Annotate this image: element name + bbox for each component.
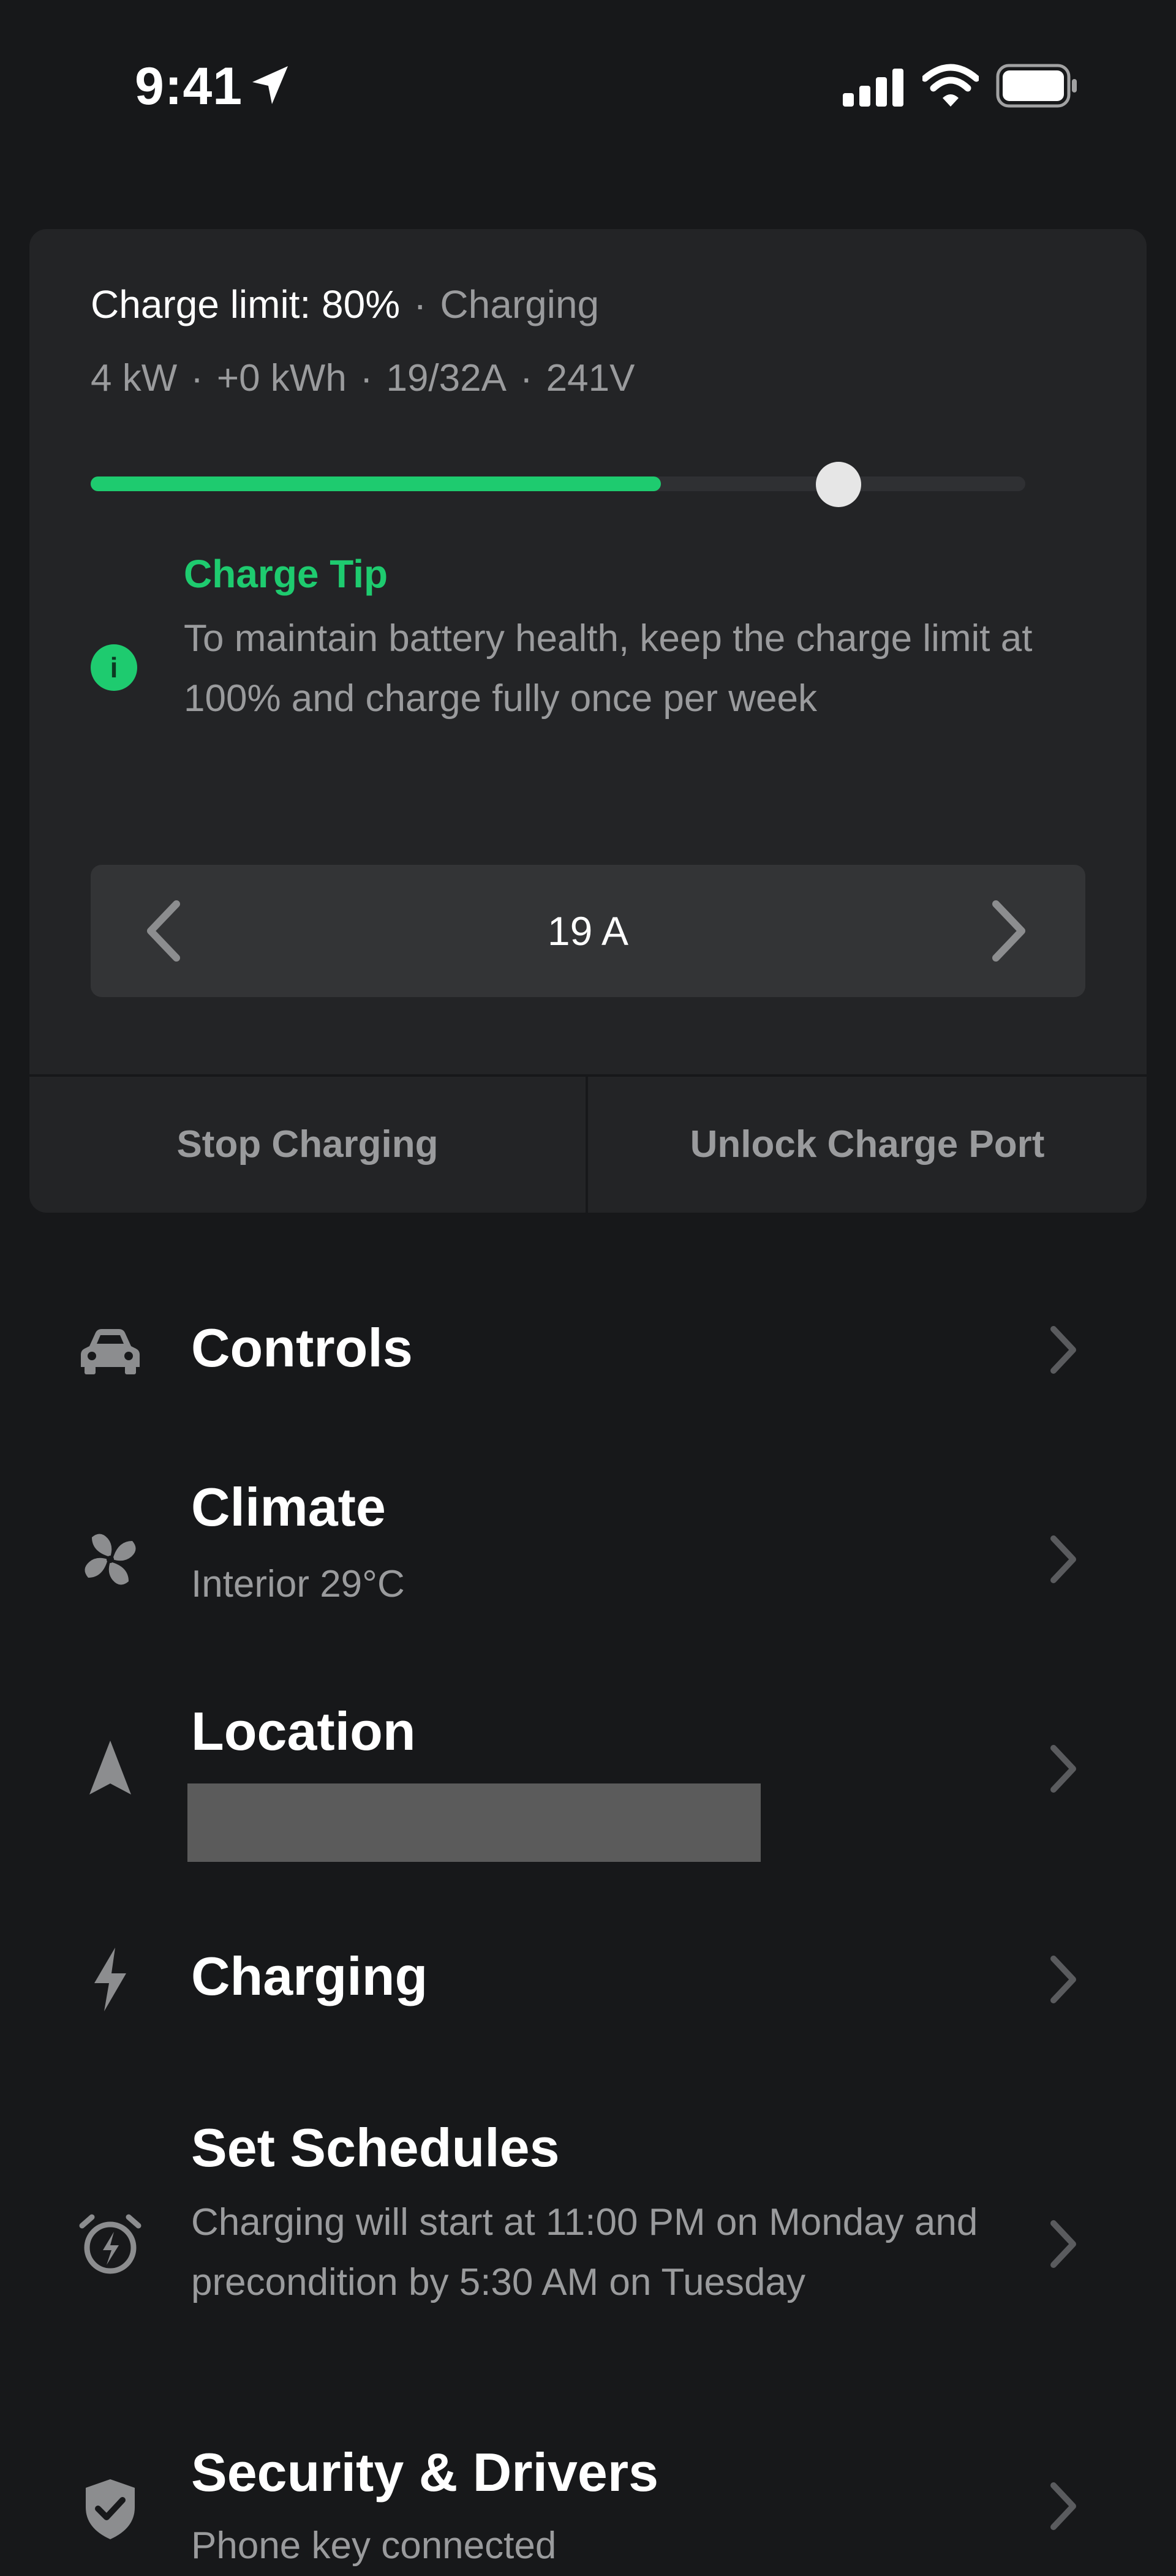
charge-tip-body: To maintain battery health, keep the cha… bbox=[184, 617, 1033, 720]
location-address-redacted bbox=[187, 1783, 761, 1862]
chevron-left-icon[interactable] bbox=[142, 899, 185, 963]
chevron-right-icon[interactable] bbox=[1046, 1954, 1080, 2005]
charge-voltage: 241V bbox=[546, 357, 635, 399]
fan-icon bbox=[85, 1534, 136, 1585]
stop-charging-button[interactable]: Stop Charging bbox=[29, 1077, 586, 1213]
status-time: 9:41 bbox=[135, 57, 243, 116]
navigation-arrow-icon bbox=[89, 1741, 131, 1795]
charge-tip-title: Charge Tip bbox=[184, 552, 388, 596]
charge-power: 4 kW bbox=[91, 357, 178, 399]
menu-controls-title[interactable]: Controls bbox=[191, 1317, 413, 1379]
menu-security-subtitle: Phone key connected bbox=[191, 2525, 557, 2567]
chevron-right-icon[interactable] bbox=[1046, 2218, 1080, 2270]
menu-charging-title[interactable]: Charging bbox=[191, 1945, 428, 2008]
chevron-right-icon[interactable] bbox=[1046, 2480, 1080, 2532]
charge-state: Charging bbox=[440, 282, 600, 326]
charge-limit-handle[interactable] bbox=[816, 462, 861, 507]
wifi-icon bbox=[922, 64, 979, 107]
menu-climate-title[interactable]: Climate bbox=[191, 1476, 386, 1538]
shield-check-icon bbox=[86, 2479, 135, 2539]
menu-schedules-title[interactable]: Set Schedules bbox=[191, 2117, 560, 2179]
info-icon: i bbox=[91, 644, 137, 691]
battery-icon bbox=[996, 64, 1077, 108]
chevron-right-icon[interactable] bbox=[1046, 1324, 1080, 1376]
charge-summary: Charge limit: 80% · Charging bbox=[91, 282, 600, 326]
location-arrow-icon bbox=[252, 66, 288, 104]
chevron-right-icon[interactable] bbox=[987, 899, 1030, 963]
charge-stats: 4 kW · +0 kWh · 19/32A · 241V bbox=[91, 357, 635, 399]
charge-level-fill bbox=[91, 476, 661, 491]
signal-icon bbox=[843, 69, 903, 107]
car-icon bbox=[81, 1329, 140, 1374]
amperage-value: 19 A bbox=[547, 908, 629, 954]
menu-security-title[interactable]: Security & Drivers bbox=[191, 2441, 658, 2504]
charge-limit-label: Charge limit: 80% bbox=[91, 282, 401, 326]
menu-climate-subtitle: Interior 29°C bbox=[191, 1563, 405, 1605]
unlock-charge-port-button[interactable]: Unlock Charge Port bbox=[588, 1077, 1147, 1213]
menu-location-title[interactable]: Location bbox=[191, 1700, 416, 1763]
charge-current: 19/32A bbox=[386, 357, 507, 399]
alarm-clock-icon bbox=[79, 2214, 141, 2274]
charge-energy-added: +0 kWh bbox=[216, 357, 347, 399]
bolt-icon bbox=[94, 1948, 126, 2011]
chevron-right-icon[interactable] bbox=[1046, 1743, 1080, 1795]
chevron-right-icon[interactable] bbox=[1046, 1534, 1080, 1585]
menu-schedules-subtitle: Charging will start at 11:00 PM on Monda… bbox=[191, 2201, 978, 2303]
